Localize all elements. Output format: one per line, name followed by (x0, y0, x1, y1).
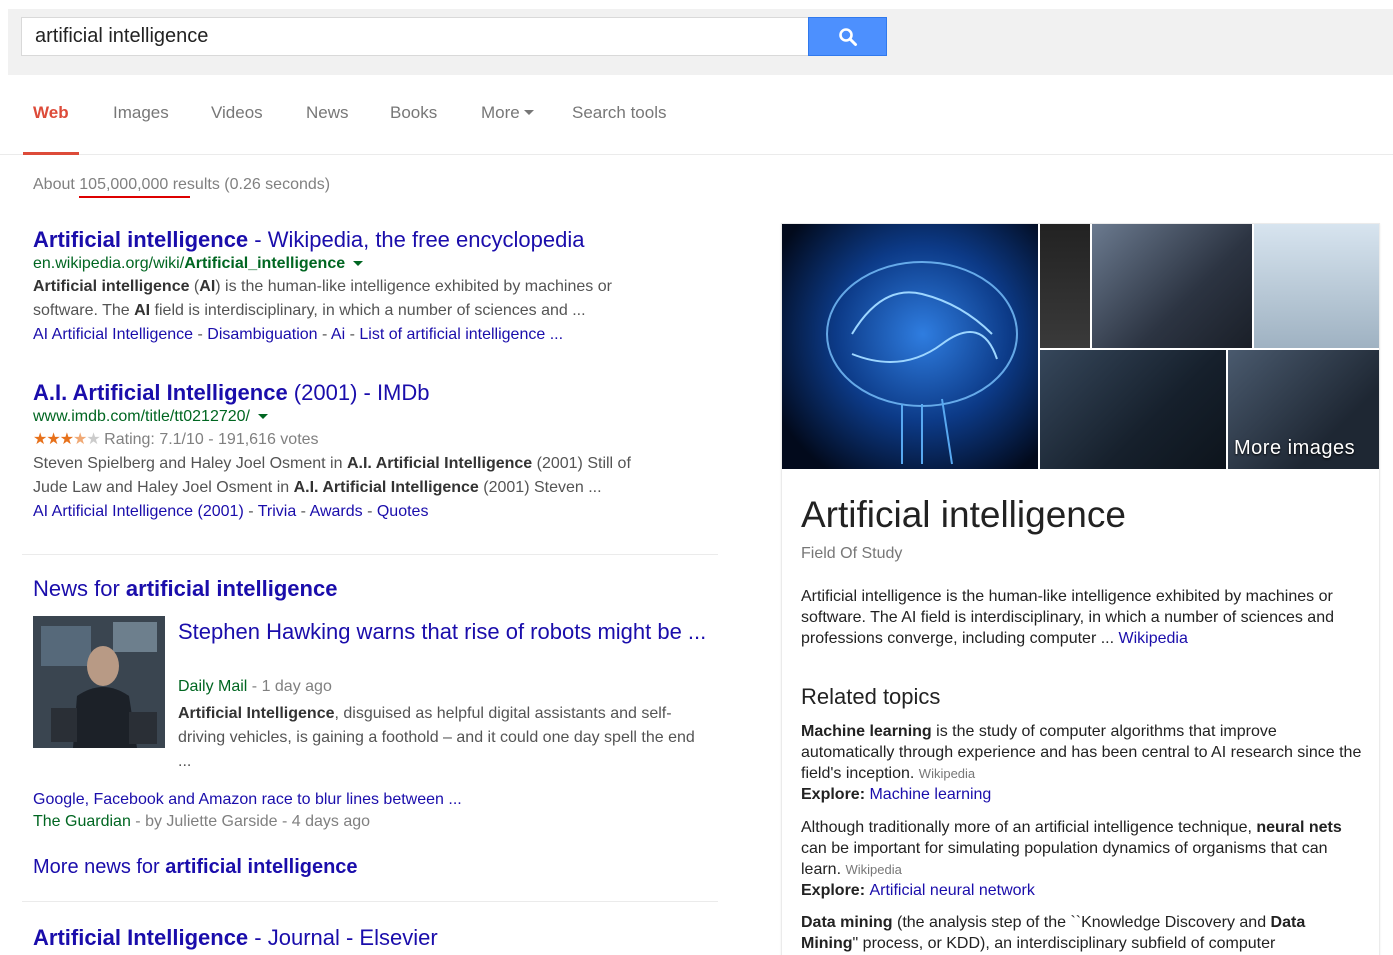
brain-icon (826, 261, 1018, 465)
tab-videos[interactable]: Videos (211, 103, 263, 155)
result-count: 105,000,000 (79, 176, 169, 193)
search-result-imdb: A.I. Artificial Intelligence (2001) - IM… (33, 380, 713, 524)
kp-image-collage: More images (782, 224, 1379, 469)
result-snippet: Artificial intelligence (AI) is the huma… (33, 278, 612, 319)
search-icon (838, 27, 857, 46)
sitelink[interactable]: List of artificial intelligence ... (359, 326, 563, 343)
result-stats-prefix: About (33, 176, 80, 193)
kp-subtitle: Field Of Study (801, 545, 903, 562)
more-images-link[interactable]: More images (1234, 437, 1355, 460)
kp-image-cyber-face[interactable] (1040, 350, 1226, 469)
search-result-wikipedia: Artificial intelligence - Wikipedia, the… (33, 227, 713, 347)
result-title-link[interactable]: Artificial intelligence - Wikipedia, the… (33, 227, 713, 253)
tab-books[interactable]: Books (390, 103, 437, 155)
related-topic: Machine learning is the study of compute… (801, 723, 1362, 803)
star-rating-icon: ★★★★★ (33, 431, 101, 448)
result-url[interactable]: www.imdb.com/title/tt0212720/ (33, 406, 713, 428)
search-input[interactable] (22, 18, 809, 55)
search-tabs: Web Images Videos News Books More Search… (0, 76, 1393, 155)
news-header-link[interactable]: News for artificial intelligence (33, 576, 337, 602)
sitelink[interactable]: Trivia (258, 503, 297, 520)
tab-more-label: More (481, 103, 520, 122)
tab-images[interactable]: Images (113, 103, 169, 155)
knowledge-panel: More images Artificial intelligence Fiel… (781, 223, 1380, 955)
result-title-link[interactable]: A.I. Artificial Intelligence (2001) - IM… (33, 380, 713, 406)
news-snippet: Artificial Intelligence, disguised as he… (178, 705, 695, 770)
search-button[interactable] (808, 17, 887, 56)
tab-search-tools[interactable]: Search tools (572, 103, 667, 155)
rating: ★★★★★ Rating: 7.1/10 - 191,616 votes (33, 431, 319, 448)
kp-image-terminator[interactable] (1092, 224, 1252, 348)
sitelink[interactable]: Disambiguation (207, 326, 317, 343)
result-sitelinks: AI Artificial Intelligence - Disambiguat… (33, 326, 564, 343)
kp-image-movie-poster[interactable] (1040, 224, 1090, 348)
news-source: Daily Mail - 1 day ago (178, 678, 332, 695)
kp-image-robot[interactable] (1254, 224, 1379, 348)
news-thumbnail[interactable] (33, 616, 165, 748)
result-stats-suffix: results (0.26 seconds) (168, 176, 331, 193)
sitelink[interactable]: AI Artificial Intelligence (2001) (33, 503, 244, 520)
tab-more[interactable]: More (481, 103, 534, 155)
divider (22, 901, 718, 902)
search-box[interactable] (21, 17, 809, 56)
kp-title: Artificial intelligence (801, 494, 1126, 535)
explore-link[interactable]: Artificial neural network (869, 882, 1034, 899)
result-sitelinks: AI Artificial Intelligence (2001) - Triv… (33, 503, 429, 520)
search-result-elsevier: Artificial Intelligence - Journal - Else… (33, 925, 713, 951)
related-topic: Data mining (the analysis step of the ``… (801, 914, 1306, 952)
annotation-underline (79, 196, 190, 198)
dropdown-arrow-icon (523, 109, 534, 115)
kp-image-brain[interactable] (782, 224, 1038, 469)
news-source: The Guardian - by Juliette Garside - 4 d… (33, 813, 371, 830)
sitelink[interactable]: Ai (331, 326, 345, 343)
sitelink[interactable]: Awards (310, 503, 363, 520)
wikipedia-link[interactable]: Wikipedia (1119, 630, 1188, 647)
news-article-title[interactable]: Google, Facebook and Amazon race to blur… (33, 789, 462, 811)
explore-link[interactable]: Machine learning (869, 786, 991, 803)
tab-news[interactable]: News (306, 103, 349, 155)
related-topics-heading: Related topics (801, 684, 941, 709)
result-url[interactable]: en.wikipedia.org/wiki/Artificial_intelli… (33, 253, 713, 275)
sitelink[interactable]: Quotes (377, 503, 429, 520)
sitelink[interactable]: AI Artificial Intelligence (33, 326, 193, 343)
related-topic: Although traditionally more of an artifi… (801, 819, 1342, 899)
news-article-title[interactable]: Stephen Hawking warns that rise of robot… (178, 618, 708, 646)
result-stats: About 105,000,000 results (0.26 seconds) (33, 176, 330, 194)
url-dropdown-icon[interactable] (258, 414, 268, 420)
divider (22, 554, 718, 555)
tab-web[interactable]: Web (23, 103, 79, 155)
person-photo-icon (33, 616, 165, 748)
result-snippet: Steven Spielberg and Haley Joel Osment i… (33, 455, 631, 496)
kp-description: Artificial intelligence is the human-lik… (801, 588, 1334, 647)
more-news-link[interactable]: More news for artificial intelligence (33, 853, 358, 881)
result-title-link[interactable]: Artificial Intelligence - Journal - Else… (33, 925, 713, 951)
url-dropdown-icon[interactable] (353, 261, 364, 267)
